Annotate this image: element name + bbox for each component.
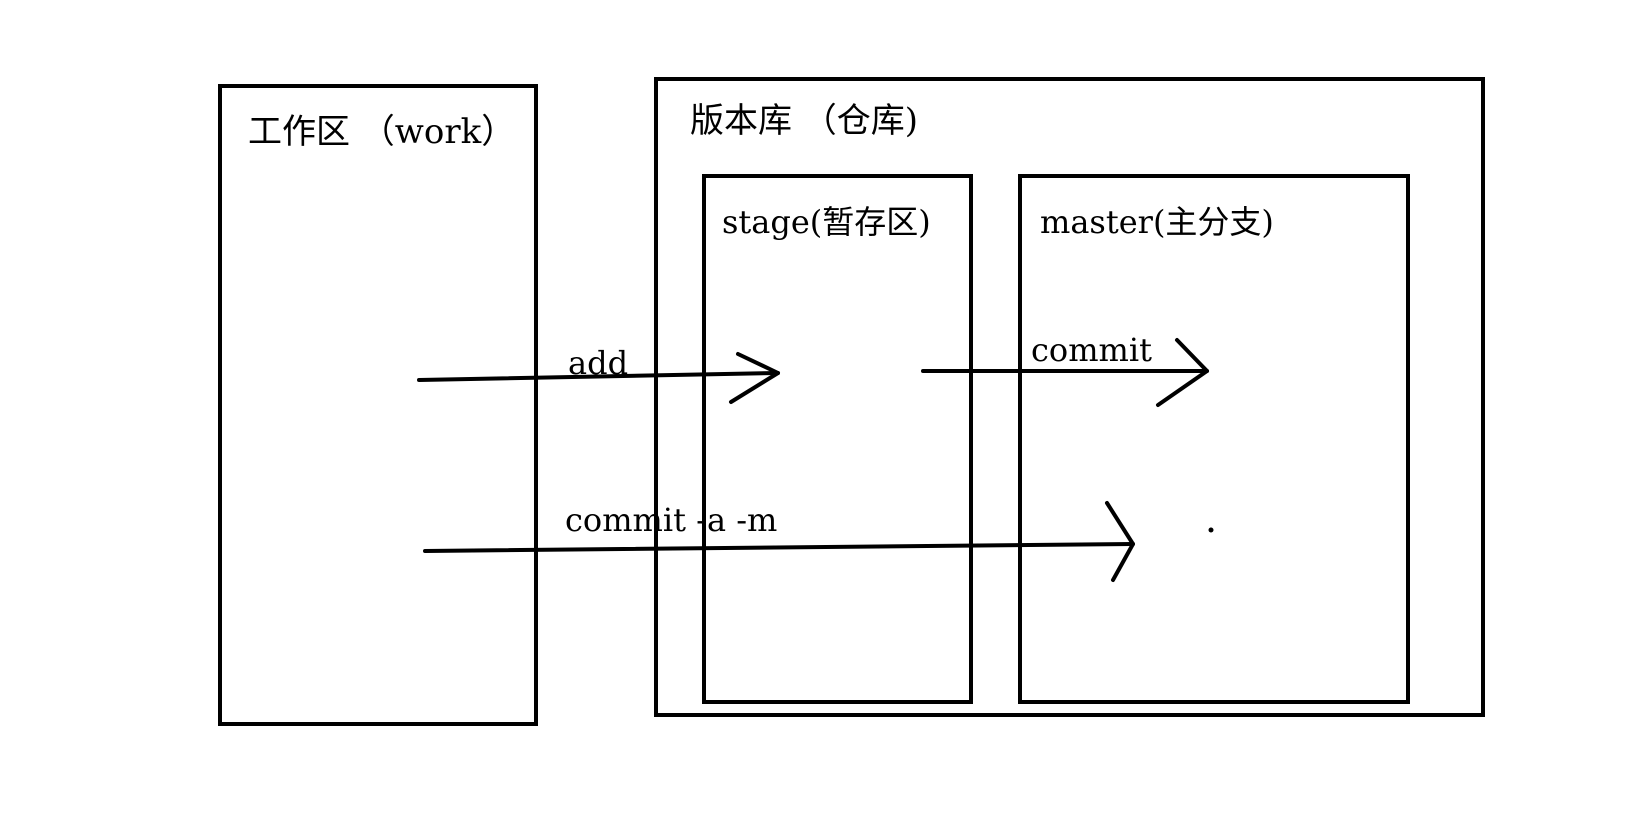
commit-a-m-arrow-head — [1105, 501, 1135, 582]
commit-a-m-arrow — [423, 501, 1135, 582]
add-arrow-label: add — [568, 344, 629, 382]
commit-arrow-label: commit — [1031, 331, 1152, 369]
arrows-layer — [417, 338, 1214, 582]
add-arrow-head — [729, 352, 780, 404]
stray-dot — [1208, 527, 1214, 533]
commit-a-m-arrow-label: commit -a -m — [565, 501, 778, 539]
commit-a-m-arrow-shaft — [423, 542, 1135, 553]
git-workflow-diagram: 工作区 （work） 版本库 （仓库) stage(暂存区) master(主分… — [0, 0, 1642, 815]
